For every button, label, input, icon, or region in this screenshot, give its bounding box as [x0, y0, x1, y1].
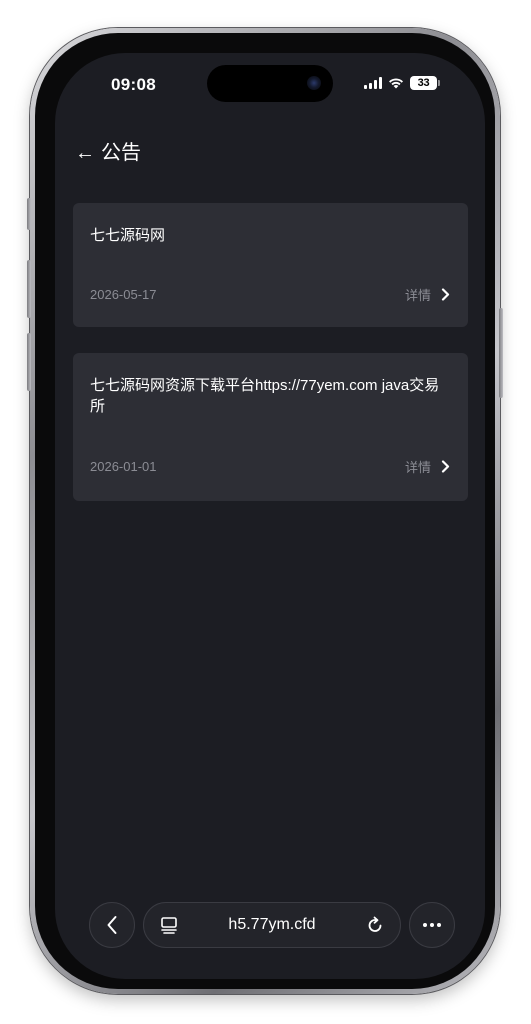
announcement-title: 七七源码网资源下载平台https://77yem.com java交易所: [90, 377, 440, 415]
address-bar[interactable]: h5.77ym.cfd: [143, 902, 401, 948]
power-button: [499, 308, 503, 398]
battery-icon: 33: [410, 76, 440, 90]
url-text: h5.77ym.cfd: [228, 916, 316, 933]
wifi-icon: [388, 77, 404, 89]
tabs-icon[interactable]: [160, 916, 178, 934]
phone-frame: 09:08 33 ← 公告 七七源码网 2026-05-17 详情 七七源码网资…: [27, 28, 503, 994]
announcement-footer: 2026-01-01 详情: [90, 457, 451, 476]
bezel: 09:08 33 ← 公告 七七源码网 2026-05-17 详情 七七源码网资…: [35, 33, 495, 989]
dynamic-island: [207, 65, 333, 102]
status-bar: 09:08 33: [55, 53, 485, 113]
chevron-left-icon: [106, 915, 118, 935]
announcement-date: 2026-01-01: [90, 459, 157, 474]
volume-down-button: [27, 333, 31, 391]
detail-label: 详情: [404, 460, 431, 475]
announcement-footer: 2026-05-17 详情: [90, 285, 451, 304]
detail-link[interactable]: 详情: [405, 457, 451, 476]
cellular-signal-icon: [364, 77, 382, 89]
more-button[interactable]: [409, 902, 455, 948]
detail-label: 详情: [404, 288, 431, 303]
page-header: ← 公告: [75, 141, 141, 165]
announcement-card[interactable]: 七七源码网 2026-05-17 详情: [73, 203, 468, 327]
action-button: [27, 198, 31, 230]
status-indicators: 33: [364, 75, 440, 91]
chevron-right-icon: [441, 288, 451, 302]
screen: 09:08 33 ← 公告 七七源码网 2026-05-17 详情 七七源码网资…: [55, 53, 485, 979]
announcement-card[interactable]: 七七源码网资源下载平台https://77yem.com java交易所 202…: [73, 353, 468, 501]
browser-toolbar: h5.77ym.cfd: [89, 901, 455, 949]
arrow-left-icon[interactable]: ←: [75, 141, 95, 165]
announcement-date: 2026-05-17: [90, 287, 157, 302]
detail-link[interactable]: 详情: [405, 285, 451, 304]
announcement-title: 七七源码网: [90, 227, 166, 244]
volume-up-button: [27, 260, 31, 318]
back-button[interactable]: [89, 902, 135, 948]
camera-icon: [307, 76, 321, 90]
chevron-right-icon: [441, 460, 451, 474]
more-icon: [422, 922, 442, 928]
page-title: 公告: [101, 142, 141, 164]
status-time: 09:08: [111, 75, 156, 94]
battery-level: 33: [417, 77, 430, 89]
reload-icon[interactable]: [366, 916, 384, 934]
